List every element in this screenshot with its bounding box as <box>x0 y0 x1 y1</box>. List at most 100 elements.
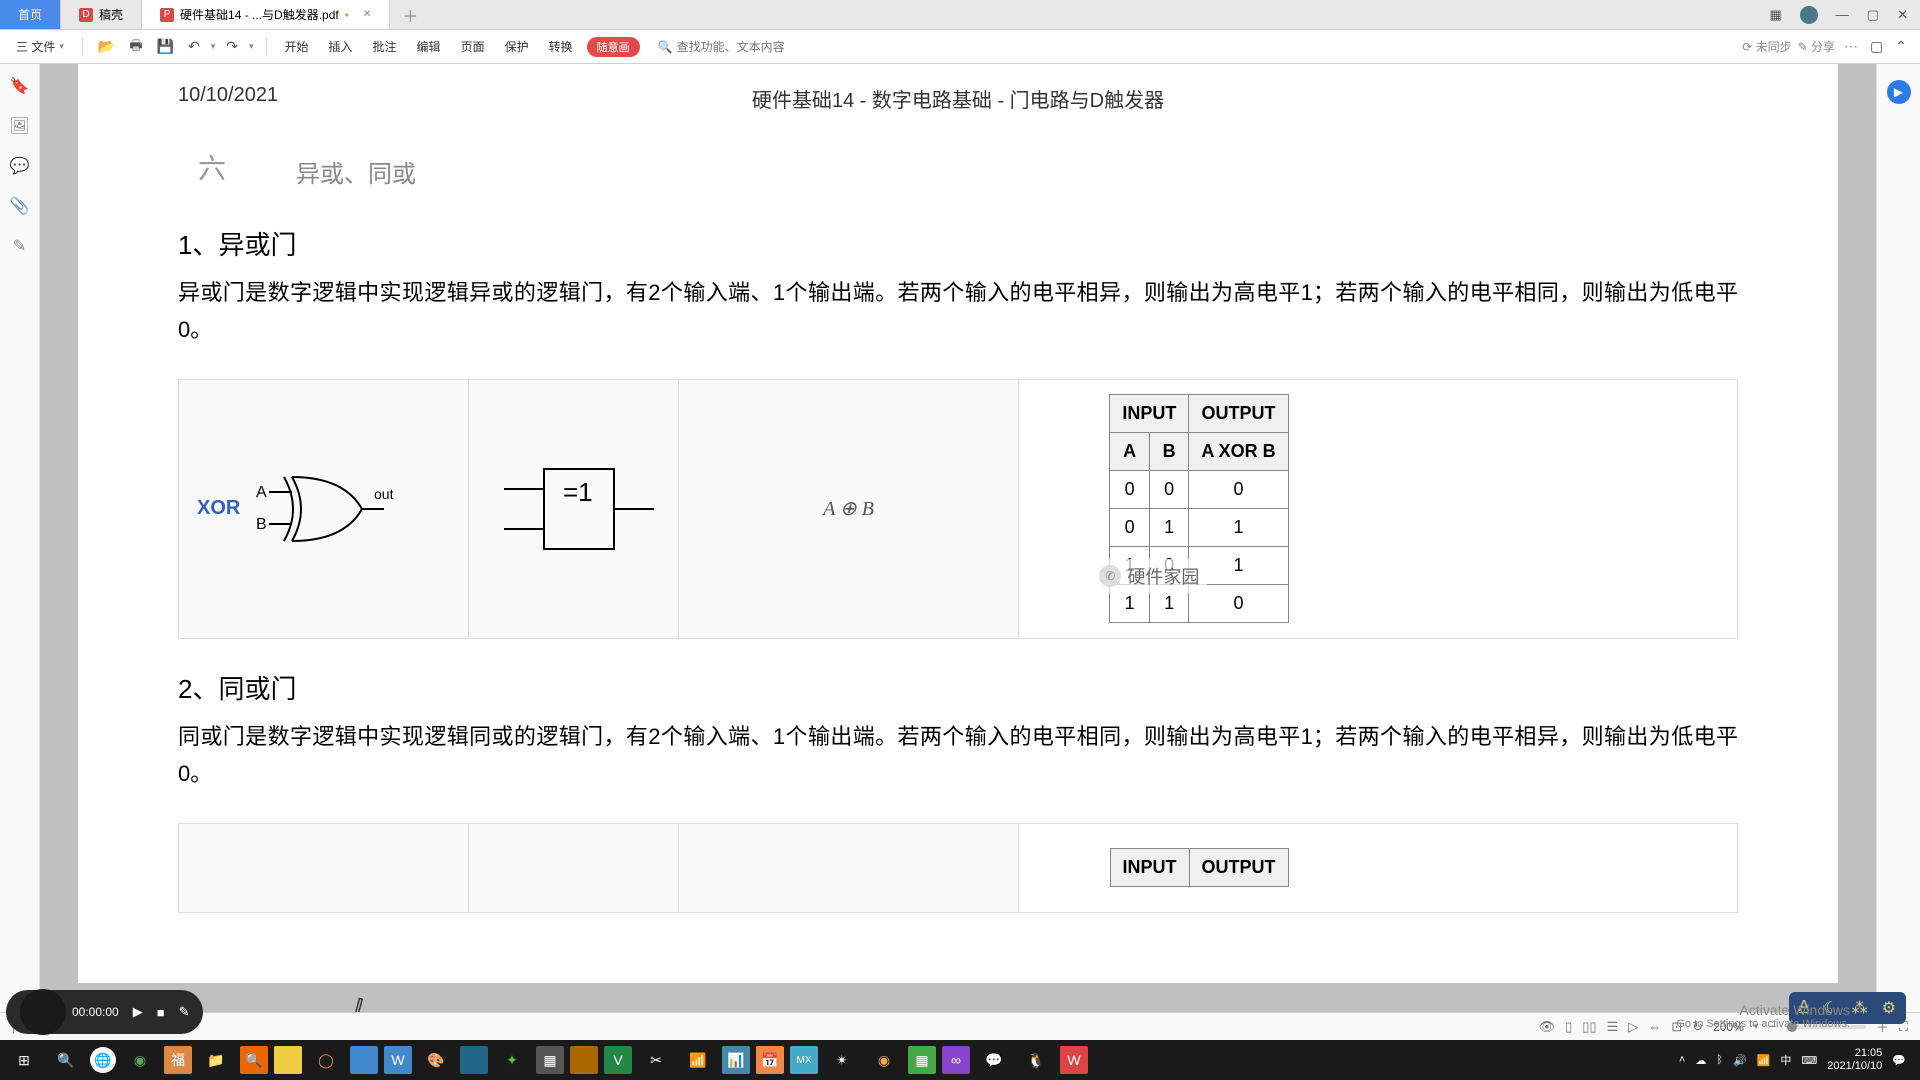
search-input[interactable] <box>677 40 817 54</box>
close-window-icon[interactable]: ✕ <box>1897 7 1908 23</box>
tab-home[interactable]: 首页 <box>0 0 61 29</box>
activate-windows: Activate Windows Go to Settings to activ… <box>1676 1002 1850 1030</box>
taskbar: ⊞ 🔍 🌐 ◉ 福 📁 🔍 ◯ W 🎨 ✦ ▦ V ✂ 📶 📊 📅 MX ✴ ◉… <box>0 1040 1920 1080</box>
user-avatar[interactable] <box>1800 6 1818 24</box>
maximize-icon[interactable]: ▢ <box>1867 7 1879 23</box>
more-icon[interactable]: ⋯ <box>1841 38 1861 55</box>
sign-icon[interactable]: ✎ <box>13 236 26 256</box>
share-label[interactable]: ✎ 分享 <box>1798 38 1835 55</box>
attachment-icon[interactable]: 📎 <box>10 196 30 216</box>
tab-edit[interactable]: 编辑 <box>411 38 447 55</box>
tab-insert[interactable]: 插入 <box>323 38 359 55</box>
notes-icon[interactable] <box>274 1046 302 1074</box>
app-icon-8[interactable]: ✂ <box>638 1044 674 1076</box>
panel-icon[interactable]: ▢ <box>1867 38 1886 55</box>
search-icon[interactable]: 🔍 <box>658 40 673 54</box>
close-icon[interactable]: ✕ <box>363 9 371 20</box>
paint-icon[interactable]: 🎨 <box>418 1044 454 1076</box>
app-icon-13[interactable]: 🐧 <box>1018 1044 1054 1076</box>
fit-width-icon[interactable]: ⇔ <box>1648 1019 1661 1034</box>
layout-double-icon[interactable]: ▯▯ <box>1582 1019 1596 1035</box>
svg-text:B: B <box>256 516 267 533</box>
lights-icon[interactable]: ⁂ <box>1852 998 1868 1018</box>
app-icon-10[interactable]: ✴ <box>824 1044 860 1076</box>
app-icon-2[interactable] <box>350 1046 378 1074</box>
collapse-icon[interactable]: ⌃ <box>1892 38 1910 55</box>
chevron-down-icon: ▾ <box>249 41 254 52</box>
recorder-handle[interactable] <box>20 989 66 1035</box>
redo-icon[interactable]: ↷ <box>223 38 241 55</box>
bookmark-icon[interactable]: 🔖 <box>10 76 30 96</box>
gear-icon[interactable]: ⚙ <box>1882 998 1896 1018</box>
wifi-app-icon[interactable]: 📶 <box>680 1044 716 1076</box>
assistant-icon[interactable]: ▶ <box>1887 80 1911 104</box>
watermark: ✆ 硬件家园 <box>1089 559 1209 593</box>
undo-icon[interactable]: ↶ <box>185 38 203 55</box>
edge-icon[interactable]: ◉ <box>122 1044 158 1076</box>
tab-bar: 首页 D 稿壳 P 硬件基础14 - ...与D触发器.pdf • ✕ ＋ ▦ … <box>0 0 1920 30</box>
tab-docer[interactable]: D 稿壳 <box>61 0 142 29</box>
wechat-icon[interactable]: 💬 <box>976 1044 1012 1076</box>
calendar-icon[interactable]: 📅 <box>756 1046 784 1074</box>
comment-icon[interactable]: 💬 <box>10 156 30 176</box>
play-icon[interactable]: ▷ <box>1628 1019 1638 1035</box>
app-icon-12[interactable]: ▦ <box>908 1046 936 1074</box>
bluetooth-icon[interactable]: ᛒ <box>1716 1054 1723 1066</box>
pdf-viewer[interactable]: 10/10/2021 硬件基础14 - 数字电路基础 - 门电路与D触发器 六 … <box>40 64 1876 1012</box>
edit-icon[interactable]: ✎ <box>179 1004 190 1020</box>
layout-continuous-icon[interactable]: ☰ <box>1607 1019 1619 1035</box>
stop-icon[interactable]: ■ <box>157 1005 165 1020</box>
vim-icon[interactable]: V <box>604 1046 632 1074</box>
app-icon-1[interactable]: 福 <box>164 1046 192 1074</box>
file-menu[interactable]: 三 文件▾ <box>10 38 70 55</box>
app-icon-11[interactable]: ◉ <box>866 1044 902 1076</box>
keyboard-icon[interactable]: ⌨ <box>1801 1054 1817 1067</box>
app-icon-4[interactable] <box>460 1046 488 1074</box>
layout-single-icon[interactable]: ▯ <box>1565 1019 1572 1035</box>
tray-clock[interactable]: 21:05 2021/10/10 <box>1827 1047 1882 1073</box>
tray-chevron-icon[interactable]: ˄ <box>1679 1054 1685 1066</box>
tab-start[interactable]: 开始 <box>279 38 315 55</box>
app-icon-7[interactable] <box>570 1046 598 1074</box>
play-icon[interactable]: ▶ <box>133 1004 143 1020</box>
volume-icon[interactable]: 🔊 <box>1733 1054 1747 1067</box>
wifi-icon[interactable]: 📶 <box>1757 1054 1771 1067</box>
grid-icon[interactable]: ▦ <box>1770 7 1782 23</box>
browser-icon[interactable]: ◯ <box>308 1044 344 1076</box>
vs-icon[interactable]: ∞ <box>942 1046 970 1074</box>
tab-suiyi[interactable]: 随意画 <box>587 37 640 57</box>
app-icon-6[interactable]: ▦ <box>536 1046 564 1074</box>
image-icon[interactable]: 🖼 <box>9 116 29 136</box>
docer-icon: D <box>79 8 93 22</box>
tab-review[interactable]: 批注 <box>367 38 403 55</box>
onedrive-icon[interactable]: ☁ <box>1695 1054 1706 1067</box>
view-mode-icon[interactable]: 👁 <box>1539 1019 1556 1035</box>
print-icon[interactable]: 🖶 <box>126 35 145 59</box>
minimize-icon[interactable]: — <box>1836 7 1849 22</box>
tab-convert[interactable]: 转换 <box>543 38 579 55</box>
tab-pdf[interactable]: P 硬件基础14 - ...与D触发器.pdf • ✕ <box>142 0 390 29</box>
ime-icon[interactable]: 中 <box>1780 1052 1791 1068</box>
save-icon[interactable]: 💾 <box>154 38 177 55</box>
open-icon[interactable]: 📂 <box>95 38 118 55</box>
app-icon-5[interactable]: ✦ <box>494 1044 530 1076</box>
sync-label[interactable]: ⟳ 未同步 <box>1742 38 1791 55</box>
app-icon-3[interactable]: W <box>384 1046 412 1074</box>
divider <box>82 38 83 56</box>
recorder-time: 00:00:00 <box>72 1005 119 1019</box>
chrome-icon[interactable]: 🌐 <box>90 1047 116 1073</box>
tab-page[interactable]: 页面 <box>455 38 491 55</box>
search-icon[interactable]: 🔍 <box>48 1044 84 1076</box>
expr-cell: A ⊕ B <box>679 380 1019 638</box>
left-rail: 🔖 🖼 💬 📎 ✎ <box>0 64 40 1012</box>
mx-icon[interactable]: MX <box>790 1046 818 1074</box>
wps-icon[interactable]: W <box>1060 1046 1088 1074</box>
app-icon-9[interactable]: 📊 <box>722 1046 750 1074</box>
tab-protect[interactable]: 保护 <box>499 38 535 55</box>
add-tab-button[interactable]: ＋ <box>390 0 430 29</box>
explorer-icon[interactable]: 📁 <box>198 1044 234 1076</box>
everything-icon[interactable]: 🔍 <box>240 1046 268 1074</box>
pencil-cursor-icon <box>344 990 371 1012</box>
start-menu-icon[interactable]: ⊞ <box>6 1044 42 1076</box>
notifications-icon[interactable]: 💬 <box>1892 1054 1906 1067</box>
